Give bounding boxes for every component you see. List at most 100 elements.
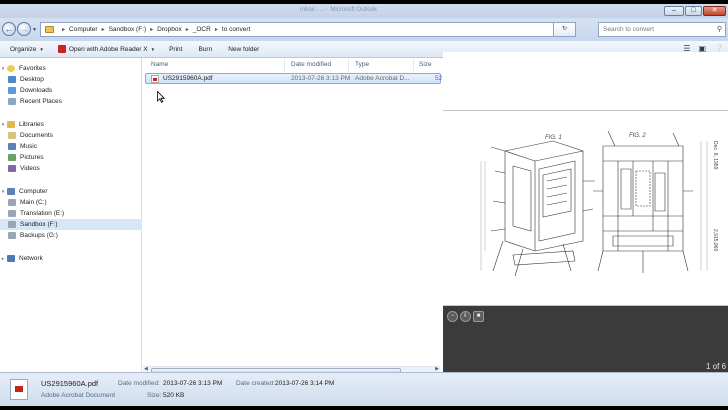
- fit-page-icon[interactable]: ■: [473, 311, 484, 322]
- search-box[interactable]: ⚲: [598, 22, 726, 37]
- file-row[interactable]: US2915960A.pdf 2013-07-26 3:13 PM Adobe …: [145, 73, 443, 84]
- new-folder-button[interactable]: New folder: [228, 46, 259, 53]
- nav-sandbox-f[interactable]: Sandbox (F:): [0, 219, 142, 230]
- downloads-icon: [8, 87, 16, 94]
- expand-icon[interactable]: ▾: [0, 66, 6, 72]
- open-with-button[interactable]: Open with Adobe Reader X ▼: [57, 45, 156, 53]
- drive-icon: [8, 232, 16, 239]
- column-header-name[interactable]: Name: [151, 58, 168, 72]
- chevron-right-icon[interactable]: ▸: [215, 26, 218, 33]
- libraries-icon: [7, 121, 15, 128]
- column-header-type[interactable]: Type: [355, 58, 369, 72]
- recent-pages-dropdown[interactable]: ▼: [32, 27, 38, 33]
- file-list[interactable]: Name Date modified Type Size US2915960A.…: [143, 58, 443, 372]
- file-type: Adobe Acrobat D...: [355, 75, 410, 82]
- breadcrumb-to-convert[interactable]: to convert: [222, 26, 251, 33]
- organize-button[interactable]: Organize ▼: [10, 46, 44, 53]
- nav-network[interactable]: ▸ Network: [0, 253, 142, 264]
- explorer-window: Inbox - ... - Microsoft Outlook – □ ✕ ← …: [0, 4, 728, 406]
- details-file-type: Adobe Acrobat Document: [41, 392, 116, 399]
- column-header-size[interactable]: Size: [419, 58, 432, 72]
- file-size: 52: [435, 75, 443, 82]
- search-icon[interactable]: ⚲: [717, 25, 722, 33]
- back-button[interactable]: ←: [2, 22, 16, 36]
- nav-label: Downloads: [20, 87, 53, 94]
- patent-date: Dec. 8, 1959: [712, 141, 718, 170]
- burn-button[interactable]: Burn: [198, 46, 212, 53]
- preview-pane[interactable]: FIG. 1 FIG. 2 Dec. 8, 1959 2,915,960: [443, 52, 728, 372]
- column-divider[interactable]: [413, 59, 414, 71]
- desktop-icon: [8, 76, 16, 83]
- nav-label: Pictures: [20, 154, 44, 161]
- search-input[interactable]: [599, 23, 711, 36]
- print-button[interactable]: Print: [169, 46, 182, 53]
- forward-button[interactable]: →: [17, 22, 31, 36]
- star-icon: [7, 65, 15, 72]
- figure-2-label: FIG. 2: [629, 133, 646, 139]
- nav-translation-e[interactable]: Translation (E:): [0, 208, 142, 219]
- preview-controls-area: [443, 306, 728, 372]
- column-divider[interactable]: [348, 59, 349, 71]
- nav-label: Videos: [20, 165, 40, 172]
- column-header-date-modified[interactable]: Date modified: [291, 58, 331, 72]
- chevron-down-icon: ▼: [39, 46, 44, 52]
- nav-backups-g[interactable]: Backups (G:): [0, 230, 142, 241]
- nav-label: Desktop: [20, 76, 44, 83]
- refresh-button[interactable]: ↻: [554, 22, 576, 37]
- nav-main-c[interactable]: Main (C:): [0, 197, 142, 208]
- chevron-right-icon[interactable]: ▸: [62, 26, 65, 33]
- chevron-right-icon[interactable]: ▸: [186, 26, 189, 33]
- address-row: ← → ▼ ▸ Computer ▸ Sandbox (F:) ▸ Dropbo…: [0, 18, 728, 41]
- expand-icon[interactable]: ▾: [0, 189, 6, 195]
- zoom-out-icon[interactable]: −: [447, 311, 458, 322]
- title-bar[interactable]: Inbox - ... - Microsoft Outlook – □ ✕: [0, 4, 728, 18]
- nav-downloads[interactable]: Downloads: [0, 85, 142, 96]
- details-pane: US2915960A.pdf Adobe Acrobat Document Da…: [0, 372, 728, 406]
- address-bar[interactable]: ▸ Computer ▸ Sandbox (F:) ▸ Dropbox ▸ _O…: [40, 22, 554, 37]
- patent-number: 2,915,960: [712, 229, 718, 251]
- nav-computer[interactable]: ▾ Computer: [0, 186, 142, 197]
- chevron-right-icon[interactable]: ▸: [102, 26, 105, 33]
- figure-1-label: FIG. 1: [545, 135, 562, 141]
- nav-music[interactable]: Music: [0, 141, 142, 152]
- minimize-button[interactable]: –: [664, 6, 684, 16]
- details-size: 520 KB: [163, 392, 185, 399]
- patent-drawing: FIG. 1 FIG. 2 Dec. 8, 1959 2,915,960: [480, 130, 718, 277]
- breadcrumb-dropbox[interactable]: Dropbox: [157, 26, 182, 33]
- nav-label: Network: [19, 255, 43, 262]
- nav-desktop[interactable]: Desktop: [0, 74, 142, 85]
- network-icon: [7, 255, 15, 262]
- expand-icon[interactable]: ▸: [0, 256, 6, 262]
- computer-icon: [7, 188, 15, 195]
- nav-label: Favorites: [19, 65, 46, 72]
- breadcrumb-computer[interactable]: Computer: [69, 26, 98, 33]
- pdf-page-preview[interactable]: FIG. 1 FIG. 2 Dec. 8, 1959 2,915,960: [443, 110, 728, 306]
- column-divider[interactable]: [284, 59, 285, 71]
- nav-videos[interactable]: Videos: [0, 163, 142, 174]
- file-name: US2915960A.pdf: [163, 75, 213, 82]
- close-button[interactable]: ✕: [703, 6, 726, 16]
- navigation-pane[interactable]: ▾ Favorites Desktop Downloads Recent Pla…: [0, 58, 142, 372]
- scroll-down-icon[interactable]: ⇩: [460, 311, 471, 322]
- nav-label: Sandbox (F:): [20, 221, 58, 228]
- nav-label: Backups (G:): [20, 232, 58, 239]
- pdf-file-icon: [151, 75, 159, 83]
- pdf-file-icon: [10, 379, 28, 400]
- nav-documents[interactable]: Documents: [0, 130, 142, 141]
- chevron-right-icon[interactable]: ▸: [150, 26, 153, 33]
- details-date-modified-label: Date modified:: [118, 380, 160, 387]
- nav-recent-places[interactable]: Recent Places: [0, 96, 142, 107]
- details-date-created-label: Date created:: [236, 380, 276, 387]
- expand-icon[interactable]: ▾: [0, 122, 6, 128]
- nav-libraries[interactable]: ▾ Libraries: [0, 119, 142, 130]
- details-file-name: US2915960A.pdf: [41, 379, 99, 388]
- nav-label: Documents: [20, 132, 53, 139]
- nav-pictures[interactable]: Pictures: [0, 152, 142, 163]
- chevron-down-icon: ▼: [150, 46, 156, 52]
- nav-favorites[interactable]: ▾ Favorites: [0, 63, 142, 74]
- maximize-button[interactable]: □: [685, 6, 702, 16]
- recent-places-icon: [8, 98, 16, 105]
- nav-label: Recent Places: [20, 98, 62, 105]
- breadcrumb-sandbox[interactable]: Sandbox (F:): [109, 26, 147, 33]
- breadcrumb-ocr[interactable]: _OCR: [193, 26, 211, 33]
